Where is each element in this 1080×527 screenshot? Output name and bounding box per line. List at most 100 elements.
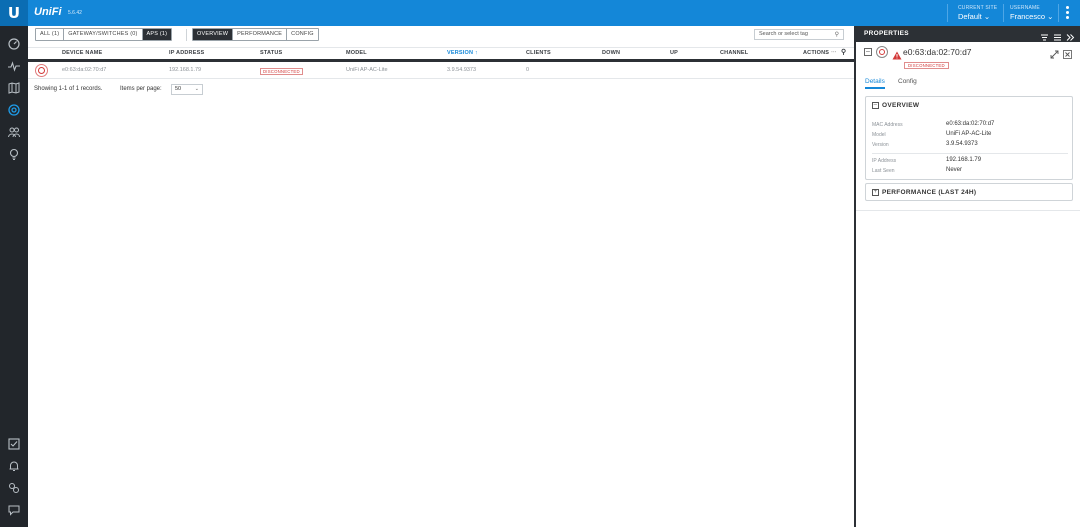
search-input[interactable]: Search or select tag ⚲ [754, 29, 844, 40]
panel-device-name: e0:63:da:02:70:d7 [903, 47, 972, 57]
overview-section: – OVERVIEW MAC Address e0:63:da:02:70:d7… [865, 96, 1073, 180]
cell-version: 3.9.54.9373 [447, 67, 477, 73]
items-per-page-value: 50 [175, 86, 182, 92]
col-channel[interactable]: CHANNEL [720, 50, 748, 56]
divider [872, 153, 1068, 154]
model-label: Model [872, 132, 886, 138]
version-label: Version [872, 142, 889, 148]
current-site-label: CURRENT SITE [958, 5, 998, 11]
model-value: UniFi AP-AC-Lite [946, 131, 992, 137]
performance-header[interactable]: + PERFORMANCE (LAST 24H) [872, 189, 976, 196]
username-select[interactable]: Francesco ⌄ [1010, 12, 1053, 21]
col-device-name[interactable]: DEVICE NAME [62, 50, 102, 56]
col-model[interactable]: MODEL [346, 50, 367, 56]
table-search-icon[interactable]: ⚲ [841, 48, 846, 56]
cell-ip: 192.168.1.79 [169, 67, 202, 73]
filter-all[interactable]: ALL (1) [36, 29, 65, 40]
alerts-icon[interactable] [7, 459, 21, 473]
more-menu-icon[interactable] [1066, 6, 1070, 21]
last-seen-label: Last Seen [872, 168, 895, 174]
clients-icon[interactable] [7, 125, 21, 139]
status-badge: DISCONNECTED [260, 68, 303, 75]
col-version-label: VERSION [447, 50, 474, 56]
filter-aps[interactable]: APS (1) [142, 29, 172, 40]
search-placeholder: Search or select tag [759, 31, 808, 37]
events-icon[interactable] [7, 437, 21, 451]
filter-gateway-switches[interactable]: GATEWAY/SWITCHES (0) [64, 29, 143, 40]
collapse-panel-icon[interactable] [1066, 29, 1075, 41]
tab-config[interactable]: CONFIG [287, 29, 318, 40]
dashboard-icon[interactable] [7, 37, 21, 51]
properties-panel: PROPERTIES – e0:63:da:02:70:d7 DISCONNEC… [854, 26, 1080, 527]
tab-overview[interactable]: OVERVIEW [193, 29, 234, 40]
chevron-down-icon: ⌄ [983, 12, 991, 21]
brand-name: UniFi [34, 6, 62, 18]
tab-performance[interactable]: PERFORMANCE [233, 29, 288, 40]
main-content: ALL (1) GATEWAY/SWITCHES (0) APS (1) OVE… [28, 26, 854, 527]
divider [1058, 4, 1059, 22]
overview-title: OVERVIEW [882, 102, 920, 109]
settings-icon[interactable] [7, 481, 21, 495]
items-per-page-label: Items per page: [120, 86, 162, 92]
divider [947, 4, 948, 22]
col-clients[interactable]: CLIENTS [526, 50, 551, 56]
mac-value: e0:63:da:02:70:d7 [946, 121, 995, 127]
table-header: DEVICE NAME IP ADDRESS STATUS MODEL VERS… [28, 47, 854, 58]
list-view-icon[interactable] [1040, 29, 1049, 41]
device-header: – e0:63:da:02:70:d7 DISCONNECTED [856, 42, 1080, 80]
username-label: USERNAME [1010, 5, 1040, 11]
divider [1003, 4, 1004, 22]
insights-icon[interactable] [7, 147, 21, 161]
tab-details[interactable]: Details [865, 78, 885, 89]
username-value: Francesco [1010, 12, 1046, 21]
map-icon[interactable] [7, 81, 21, 95]
devices-icon[interactable] [7, 103, 21, 117]
statistics-icon[interactable] [7, 59, 21, 73]
performance-section: + PERFORMANCE (LAST 24H) [865, 183, 1073, 201]
panel-tabs: Details Config [856, 78, 1080, 90]
divider [186, 29, 187, 41]
status-badge: DISCONNECTED [904, 62, 949, 69]
search-icon: ⚲ [834, 32, 839, 38]
ubiquiti-logo-icon[interactable]: U [0, 0, 28, 26]
warning-icon [892, 47, 902, 65]
app-version: 5.6.42 [68, 10, 82, 16]
performance-title: PERFORMANCE (LAST 24H) [882, 189, 977, 196]
collapse-toggle-icon[interactable]: – [864, 48, 872, 56]
col-ip-address[interactable]: IP ADDRESS [169, 50, 204, 56]
col-status[interactable]: STATUS [260, 50, 282, 56]
collapse-icon: – [872, 102, 879, 109]
panel-header: PROPERTIES [856, 26, 1080, 42]
ip-value: 192.168.1.79 [946, 157, 982, 163]
col-down[interactable]: DOWN [602, 50, 620, 56]
menu-icon[interactable] [1053, 29, 1062, 41]
table-row[interactable]: e0:63:da:02:70:d7 192.168.1.79 DISCONNEC… [28, 62, 854, 79]
expand-icon[interactable] [1050, 46, 1059, 59]
col-version[interactable]: VERSION ↑ [447, 50, 478, 56]
ap-device-icon [876, 46, 888, 58]
cell-model: UniFi AP-AC-Lite [346, 67, 388, 73]
chevron-down-icon: ⌄ [1047, 12, 1054, 21]
panel-title: PROPERTIES [864, 30, 909, 37]
chevron-down-icon: ⌄ [194, 86, 199, 92]
view-switcher: OVERVIEW PERFORMANCE CONFIG [192, 28, 319, 41]
toolbar: ALL (1) GATEWAY/SWITCHES (0) APS (1) OVE… [28, 26, 854, 45]
more-columns-icon[interactable]: ⋯ [831, 50, 837, 56]
close-icon[interactable] [1063, 46, 1072, 59]
ip-label: IP Address [872, 158, 897, 164]
current-site-value: Default [958, 12, 982, 21]
expand-icon: + [872, 189, 879, 196]
ap-device-icon [35, 64, 48, 77]
version-value: 3.9.54.9373 [946, 141, 978, 147]
tab-config[interactable]: Config [898, 78, 917, 87]
col-up[interactable]: UP [670, 50, 678, 56]
overview-header[interactable]: – OVERVIEW [872, 102, 919, 109]
chat-icon[interactable] [7, 503, 21, 517]
cell-clients: 0 [526, 67, 530, 73]
cell-device-name[interactable]: e0:63:da:02:70:d7 [62, 67, 106, 73]
items-per-page-select[interactable]: 50 ⌄ [171, 84, 203, 95]
device-type-filter: ALL (1) GATEWAY/SWITCHES (0) APS (1) [35, 28, 173, 41]
records-count: Showing 1-1 of 1 records. [34, 86, 103, 92]
left-sidebar [0, 26, 28, 527]
current-site-select[interactable]: Default ⌄ [958, 12, 990, 21]
